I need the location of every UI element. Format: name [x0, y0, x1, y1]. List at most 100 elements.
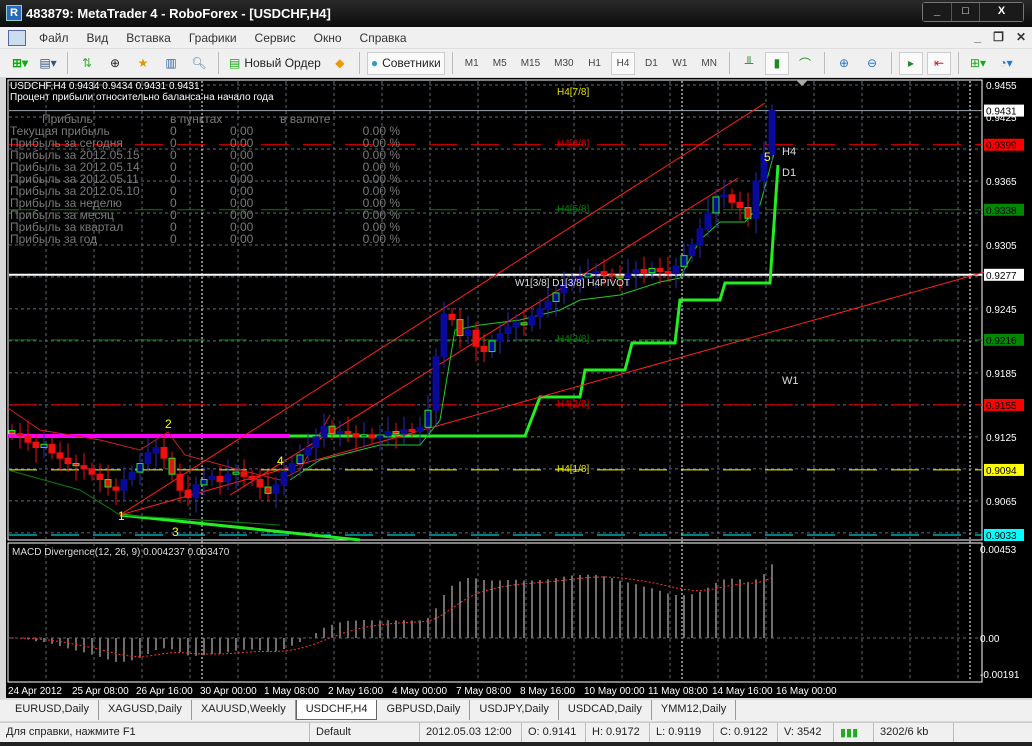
candle-body: [200, 479, 208, 486]
candle-body: [280, 471, 288, 486]
menu-help[interactable]: Справка: [351, 31, 416, 45]
chart-shift-button[interactable]: ⇤: [926, 51, 951, 75]
menu-tools[interactable]: Сервис: [246, 31, 305, 45]
experts-button[interactable]: ● Советники: [366, 51, 445, 75]
tf-m15[interactable]: M15: [516, 52, 545, 75]
candle-body: [112, 486, 120, 491]
chart-tab[interactable]: GBPUSD,Daily: [377, 700, 471, 720]
candle-body: [152, 447, 160, 454]
tf-mn[interactable]: MN: [696, 52, 722, 75]
mdi-restore-icon[interactable]: ❐: [993, 30, 1004, 44]
mdi-minimize-icon[interactable]: _: [974, 30, 981, 44]
menu-insert[interactable]: Вставка: [117, 31, 180, 45]
candle-body: [8, 429, 16, 435]
murrey-label: H4[5/8]: [557, 204, 589, 215]
candle-body: [768, 110, 776, 155]
tf-m30[interactable]: M30: [549, 52, 578, 75]
lower-trendline: [119, 513, 361, 542]
wave-label: 4: [277, 454, 284, 468]
indicators-button[interactable]: ⊞▾: [966, 52, 990, 75]
new-order-button[interactable]: ▤ Новый Ордер: [226, 52, 324, 75]
menu-window[interactable]: Окно: [305, 31, 351, 45]
chart-tab[interactable]: XAUUSD,Weekly: [192, 700, 296, 720]
tf-d1[interactable]: D1: [639, 52, 663, 75]
candle-body: [104, 479, 112, 488]
candle-body: [312, 436, 320, 449]
tf-w1[interactable]: W1: [667, 52, 692, 75]
candle-body: [672, 265, 680, 275]
new-order-label: Новый Ордер: [244, 56, 321, 70]
candlestick-button[interactable]: ▮: [764, 51, 789, 75]
candle-body: [696, 228, 704, 246]
bar-chart-button[interactable]: ╨: [737, 52, 761, 75]
line-chart-button[interactable]: ⌒: [793, 52, 817, 75]
candle-body: [584, 273, 592, 278]
chart-tab[interactable]: USDJPY,Daily: [470, 700, 559, 720]
close-button[interactable]: X: [979, 3, 1023, 21]
new-order-icon: ▤: [229, 56, 241, 70]
chart-tab[interactable]: YMM12,Daily: [652, 700, 737, 720]
candle-body: [632, 268, 640, 275]
menu-view[interactable]: Вид: [78, 31, 118, 45]
candle-body: [264, 486, 272, 494]
autoscroll-button[interactable]: ▸: [898, 51, 923, 75]
menu-file[interactable]: Файл: [30, 31, 78, 45]
indicators-icon: ⊞▾: [969, 56, 986, 70]
macd-signal-line: [11, 576, 773, 658]
time-tick: 24 Apr 2012: [8, 686, 62, 697]
tf-h4[interactable]: H4: [610, 51, 636, 75]
tf-m1[interactable]: M1: [460, 52, 484, 75]
terminal-button[interactable]: ▥: [159, 52, 183, 75]
chart-tab[interactable]: USDCAD,Daily: [559, 700, 652, 720]
minimize-button[interactable]: _: [923, 3, 951, 21]
murrey-label: H4[3/8]: [557, 334, 589, 345]
maximize-button[interactable]: □: [951, 3, 979, 21]
profit-cell: 0: [170, 172, 177, 186]
candle-body: [536, 308, 544, 317]
zoom-out-button[interactable]: ⊖: [860, 52, 884, 75]
chart-tab[interactable]: EURUSD,Daily: [6, 700, 99, 720]
profit-cell: 0: [170, 232, 177, 246]
candle-body: [64, 457, 72, 465]
macd-tick: 0.00453: [980, 545, 1017, 556]
chart-tab[interactable]: XAGUSD,Daily: [99, 700, 192, 720]
chart-tab[interactable]: USDCHF,H4: [295, 700, 378, 720]
time-tick: 2 May 16:00: [328, 686, 383, 697]
profiles-button[interactable]: ▤▾: [36, 52, 60, 75]
candle-body: [296, 454, 304, 465]
navigator-button[interactable]: ★: [131, 52, 155, 75]
candle-body: [704, 212, 712, 230]
candle-body: [216, 475, 224, 483]
magnifier-icon: 🔍︎: [191, 56, 207, 70]
tester-button[interactable]: 🔍︎: [187, 52, 211, 75]
menu-charts[interactable]: Графики: [180, 31, 246, 45]
chart-doc-icon[interactable]: [8, 29, 26, 46]
status-traffic: 3202/6 kb: [874, 723, 954, 742]
candle-body: [120, 479, 128, 491]
chart-subtitle: Процент прибыли относительно баланса на …: [10, 92, 274, 103]
murrey-label: H4[6/8]: [557, 139, 589, 150]
candle-body: [680, 255, 688, 267]
candle-body: [376, 435, 384, 439]
mdi-close-icon[interactable]: ✕: [1016, 30, 1026, 44]
status-close: C: 0.9122: [714, 723, 778, 742]
price-tag-label: 0.9094: [986, 466, 1017, 477]
crosshair-button[interactable]: ⊕: [103, 52, 127, 75]
candle-body: [272, 484, 280, 494]
market-watch-button[interactable]: ⇅: [75, 52, 99, 75]
tf-m5[interactable]: M5: [488, 52, 512, 75]
alert-button[interactable]: ◆: [328, 52, 352, 75]
candle-body: [160, 447, 168, 459]
candle-body: [400, 428, 408, 435]
candle-body: [416, 426, 424, 433]
new-chart-button[interactable]: ⊞▾: [8, 52, 32, 75]
candle-body: [504, 326, 512, 334]
chart-window[interactable]: MACD Divergence(12, 26, 9) 0.004237 0.00…: [6, 78, 1032, 698]
candle-body: [528, 315, 536, 326]
candle-body: [72, 463, 80, 467]
candle-body: [336, 431, 344, 435]
zoom-in-button[interactable]: ⊕: [832, 52, 856, 75]
periods-button[interactable]: ◔▾: [994, 52, 1018, 75]
tf-h1[interactable]: H1: [583, 52, 607, 75]
candle-body: [608, 274, 616, 277]
